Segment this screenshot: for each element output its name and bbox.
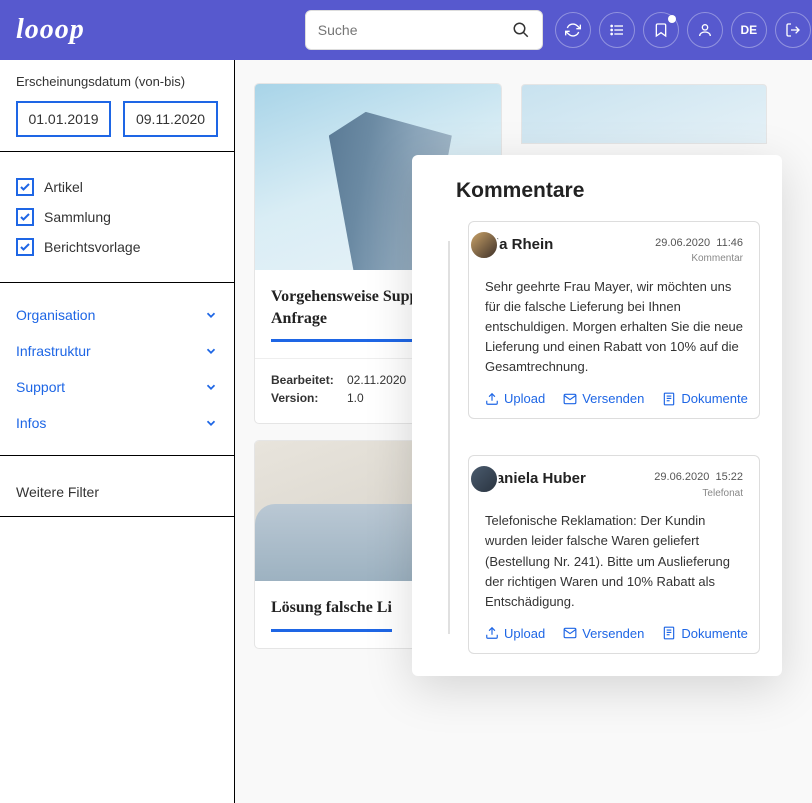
comment-item: Pia Rhein 29.06.2020 11:46 Kommentar Seh…	[468, 221, 760, 419]
checkbox-icon	[16, 208, 34, 226]
user-icon	[697, 22, 713, 38]
category-section: Organisation Infrastruktur Support Infos	[0, 282, 234, 455]
comments-title: Kommentare	[456, 179, 760, 203]
checkbox-sammlung[interactable]: Sammlung	[16, 208, 218, 226]
document-icon	[662, 626, 676, 640]
checkbox-berichtsvorlage[interactable]: Berichtsvorlage	[16, 238, 218, 256]
chevron-down-icon	[204, 380, 218, 394]
checkbox-label: Artikel	[44, 179, 83, 195]
mail-icon	[563, 392, 577, 406]
comment-author: Daniela Huber	[485, 470, 586, 487]
date-to-input[interactable]: 09.11.2020	[123, 101, 218, 137]
more-filters-section: Weitere Filter	[0, 455, 234, 516]
profile-button[interactable]	[687, 12, 723, 48]
category-infrastruktur[interactable]: Infrastruktur	[16, 333, 218, 369]
sidebar: Erscheinungsdatum (von-bis) 01.01.2019 0…	[0, 60, 235, 803]
avatar	[469, 230, 499, 260]
type-filter-section: Artikel Sammlung Berichtsvorlage	[0, 151, 234, 282]
upload-action[interactable]: Upload	[485, 626, 545, 641]
comments-panel: Kommentare Pia Rhein 29.06.2020 11:46 Ko…	[412, 155, 782, 676]
category-support[interactable]: Support	[16, 369, 218, 405]
checkbox-icon	[16, 238, 34, 256]
bookmark-icon	[653, 22, 669, 38]
meta-version-label: Version:	[271, 391, 339, 405]
mail-icon	[563, 626, 577, 640]
documents-action[interactable]: Dokumente	[662, 391, 747, 406]
top-bar: looop DE	[0, 0, 812, 60]
logout-button[interactable]	[775, 12, 811, 48]
language-button[interactable]: DE	[731, 12, 767, 48]
upload-icon	[485, 626, 499, 640]
comment-body: Sehr geehrte Frau Mayer, wir möchten uns…	[485, 277, 743, 378]
comment-meta: 29.06.2020 11:46 Kommentar	[655, 236, 743, 267]
more-filters-button[interactable]: Weitere Filter	[16, 470, 218, 502]
checkbox-label: Berichtsvorlage	[44, 239, 141, 255]
chevron-down-icon	[204, 344, 218, 358]
send-action[interactable]: Versenden	[563, 391, 644, 406]
search-box[interactable]	[305, 10, 543, 50]
date-filter-section: Erscheinungsdatum (von-bis) 01.01.2019 0…	[0, 60, 234, 151]
send-action[interactable]: Versenden	[563, 626, 644, 641]
category-organisation[interactable]: Organisation	[16, 297, 218, 333]
app-logo: looop	[16, 14, 85, 46]
refresh-button[interactable]	[555, 12, 591, 48]
comment-item: Daniela Huber 29.06.2020 15:22 Telefonat…	[468, 455, 760, 653]
top-actions: DE	[555, 12, 811, 48]
logout-icon	[785, 22, 801, 38]
notification-dot	[668, 15, 676, 23]
comment-meta: 29.06.2020 15:22 Telefonat	[654, 470, 743, 501]
chevron-down-icon	[204, 416, 218, 430]
comment-body: Telefonische Reklamation: Der Kundin wur…	[485, 511, 743, 612]
bookmark-button[interactable]	[643, 12, 679, 48]
sidebar-spacer	[0, 516, 234, 803]
checkbox-icon	[16, 178, 34, 196]
search-icon	[512, 21, 530, 39]
comment-actions: Upload Versenden Dokumente	[485, 626, 743, 641]
upload-icon	[485, 392, 499, 406]
list-button[interactable]	[599, 12, 635, 48]
meta-version-value: 1.0	[347, 391, 364, 405]
date-from-input[interactable]: 01.01.2019	[16, 101, 111, 137]
checkbox-artikel[interactable]: Artikel	[16, 178, 218, 196]
search-input[interactable]	[318, 22, 512, 38]
comment-actions: Upload Versenden Dokumente	[485, 391, 743, 406]
refresh-icon	[565, 22, 581, 38]
search-container	[305, 10, 543, 50]
category-infos[interactable]: Infos	[16, 405, 218, 441]
meta-edited-value: 02.11.2020	[347, 373, 406, 387]
documents-action[interactable]: Dokumente	[662, 626, 747, 641]
comments-timeline: Pia Rhein 29.06.2020 11:46 Kommentar Seh…	[434, 221, 760, 654]
checkbox-label: Sammlung	[44, 209, 111, 225]
date-filter-label: Erscheinungsdatum (von-bis)	[16, 74, 218, 89]
document-icon	[662, 392, 676, 406]
card-title: Lösung falsche Li	[271, 597, 392, 632]
meta-edited-label: Bearbeitet:	[271, 373, 339, 387]
list-icon	[609, 22, 625, 38]
chevron-down-icon	[204, 308, 218, 322]
upload-action[interactable]: Upload	[485, 391, 545, 406]
article-card-partial[interactable]	[521, 84, 767, 144]
